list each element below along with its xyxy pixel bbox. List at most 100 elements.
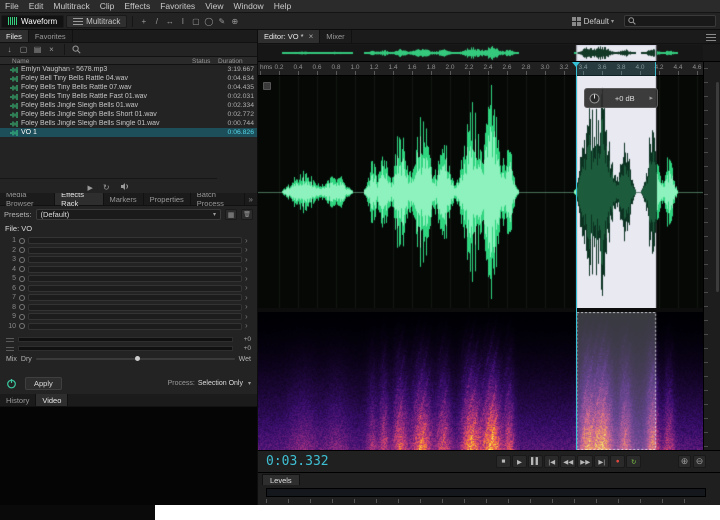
slot-power-toggle[interactable] [19,323,25,329]
slot-power-toggle[interactable] [19,266,25,272]
effect-slot[interactable]: 7 [4,293,253,302]
ruler-selection-range[interactable] [576,62,656,76]
column-status[interactable]: Status [192,58,210,65]
editor-tab[interactable]: Editor: VO * [258,30,320,43]
slot-effect-field[interactable] [28,247,242,254]
loop-playback-button[interactable]: ↻ [626,455,641,468]
effect-slot[interactable]: 9 [4,312,253,321]
search-files-icon[interactable] [72,45,81,54]
slot-effect-field[interactable] [28,285,242,292]
playhead[interactable] [576,62,577,450]
tab-close-icon[interactable] [309,32,314,41]
zoom-in-icon[interactable] [678,455,691,468]
effect-slot[interactable]: 10 [4,322,253,331]
slot-arrow-icon[interactable] [245,275,253,283]
zoom-out-icon[interactable] [693,455,706,468]
volume-hud[interactable]: +0 dB [584,88,658,108]
mix-slider[interactable] [36,358,235,360]
effect-slot[interactable]: 5 [4,274,253,283]
panel-tab[interactable]: Files [0,30,29,42]
waveform-display[interactable] [258,76,703,308]
file-row[interactable]: Foley Bells Jingle Sleigh Bells Single 0… [0,119,257,128]
file-row[interactable]: Foley Bells Jingle Sleigh Bells Short 01… [0,110,257,119]
effect-slot[interactable]: 8 [4,303,253,312]
slot-power-toggle[interactable] [19,304,25,310]
insert-to-multitrack-icon[interactable] [32,45,43,55]
spot-healing-brush-tool-icon[interactable]: ⊕ [228,15,241,28]
file-row[interactable]: Emlyn Vaughan - 5678.mp3 3:19.667 [0,65,257,74]
fast-forward-button[interactable]: ▶▶ [577,455,593,468]
panel-tab[interactable]: Effects Rack [55,193,103,205]
menu-item[interactable]: Window [228,1,268,11]
effect-slot[interactable]: 2 [4,246,253,255]
menu-item[interactable]: View [200,1,228,11]
slot-effect-field[interactable] [28,266,242,273]
rewind-button[interactable]: ◀◀ [560,455,576,468]
column-duration[interactable]: Duration [218,58,243,65]
levels-tab[interactable]: Levels [262,474,300,485]
effect-slot[interactable]: 6 [4,284,253,293]
tab-overflow-icon[interactable] [245,193,257,205]
panel-tab[interactable]: History [0,394,36,406]
search-input[interactable] [638,18,712,25]
slot-power-toggle[interactable] [19,295,25,301]
slot-power-toggle[interactable] [19,285,25,291]
slot-arrow-icon[interactable] [245,237,253,245]
marquee-selection-tool-icon[interactable]: ▢ [189,15,202,28]
workspace-switcher[interactable]: Default [568,17,618,26]
menu-item[interactable]: Favorites [155,1,200,11]
slot-arrow-icon[interactable] [245,246,253,254]
effect-slot[interactable]: 3 [4,255,253,264]
overview-waveform[interactable] [258,45,703,61]
slot-arrow-icon[interactable] [245,313,253,321]
razor-tool-icon[interactable]: / [150,15,163,28]
stop-button[interactable]: ■ [496,455,511,468]
slot-arrow-icon[interactable] [245,294,253,302]
time-selection-tool-icon[interactable]: I [176,15,189,28]
menu-item[interactable]: Edit [24,1,49,11]
file-row[interactable]: Foley Bells Jingle Sleigh Bells 01.wav 0… [0,101,257,110]
slot-power-toggle[interactable] [19,247,25,253]
apply-button[interactable]: Apply [25,377,62,390]
multitrack-view-button[interactable]: Multitrack [66,15,127,28]
effect-slot[interactable]: 1 [4,236,253,245]
paintbrush-selection-tool-icon[interactable]: ✎ [215,15,228,28]
slot-arrow-icon[interactable] [245,256,253,264]
menu-item[interactable]: File [0,1,24,11]
preview-play-icon[interactable] [87,177,92,193]
waveform-view-button[interactable]: Waveform [1,15,64,28]
delete-preset-icon[interactable] [241,209,253,220]
menu-item[interactable]: Multitrack [48,1,94,11]
channel-badge[interactable] [263,82,271,90]
mix-slider-thumb[interactable] [135,356,140,361]
preset-select[interactable]: (Default) [36,209,221,220]
panel-menu-icon[interactable] [706,33,716,41]
slot-power-toggle[interactable] [19,238,25,244]
slot-effect-field[interactable] [28,256,242,263]
rack-power-icon[interactable] [6,378,17,389]
panel-tab[interactable]: Batch Process [191,193,245,205]
lasso-selection-tool-icon[interactable]: ◯ [202,15,215,28]
play-button[interactable]: ▶ [512,455,527,468]
slot-arrow-icon[interactable] [245,284,253,292]
import-file-icon[interactable] [4,45,15,55]
slot-effect-field[interactable] [28,275,242,282]
spectrogram-display[interactable] [258,312,703,450]
slot-arrow-icon[interactable] [245,265,253,273]
slot-effect-field[interactable] [28,313,242,320]
hud-expand-icon[interactable] [649,94,653,102]
pause-button[interactable]: ▌▌ [528,455,543,468]
files-column-header[interactable]: Name Status Duration [0,56,257,65]
slot-effect-field[interactable] [28,323,242,330]
preview-loop-icon[interactable] [103,177,110,193]
panel-tab[interactable]: Media Browser [0,193,55,205]
delete-file-icon[interactable] [46,45,57,55]
menu-item[interactable]: Help [269,1,296,11]
slot-effect-field[interactable] [28,294,242,301]
panel-tab[interactable]: Properties [144,193,191,205]
skip-to-end-button[interactable]: ▶| [594,455,609,468]
panel-tab[interactable]: Markers [104,193,144,205]
panel-tab[interactable]: Video [36,394,68,406]
slot-power-toggle[interactable] [19,257,25,263]
file-row[interactable]: Foley Bells Tiny Bells Rattle 07.wav 0:0… [0,83,257,92]
